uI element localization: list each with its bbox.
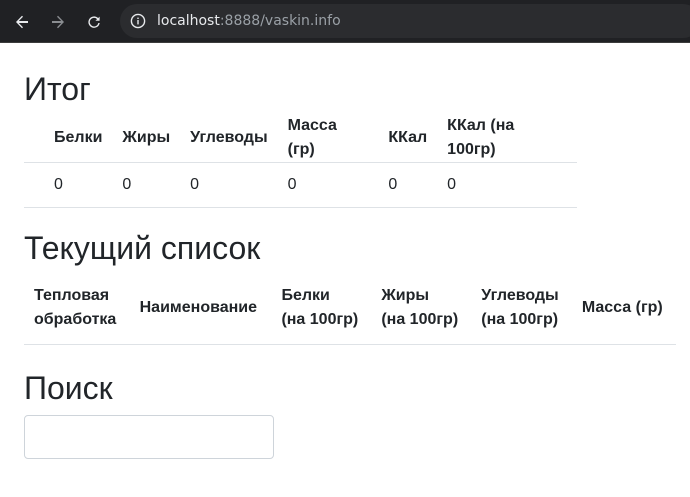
summary-table: Белки Жиры Углеводы Масса (гр) ККал ККал… (24, 114, 577, 208)
current-list-table: Тепловая обработка Наименование Белки (на … (24, 272, 676, 345)
list-col-name: Наименование (129, 272, 272, 345)
summary-fat-value: 0 (112, 162, 181, 208)
list-col-carbs-line1: Углеводы (481, 287, 559, 304)
url-host: localhost (157, 13, 220, 29)
list-col-mass: Масса (гр) (571, 272, 676, 345)
current-list-header-row: Тепловая обработка Наименование Белки (на … (24, 272, 676, 345)
search-title: Поиск (24, 370, 113, 406)
summary-mass-value: 0 (277, 162, 379, 208)
list-col-fat-line1: Жиры (381, 287, 430, 304)
info-icon[interactable] (130, 13, 146, 29)
summary-protein-value: 0 (24, 162, 113, 208)
list-col-heat-treatment: Тепловая обработка (24, 272, 130, 345)
list-col-name-label: Наименование (139, 299, 258, 316)
summary-col-fat: Жиры (112, 114, 181, 163)
search-input[interactable] (24, 415, 274, 459)
list-col-protein-line1: Белки (281, 287, 330, 304)
summary-col-carbs: Углеводы (180, 114, 278, 163)
summary-col-kcal: ККал (378, 114, 438, 163)
reload-button[interactable] (81, 9, 107, 35)
back-arrow-icon (16, 15, 28, 29)
url-path: :8888/vaskin.info (219, 13, 341, 29)
list-col-fat: Жиры (на 100гр) (371, 272, 472, 345)
list-col-heat-treatment-line2: обработка (34, 311, 117, 328)
current-list-title: Текущий список (24, 230, 261, 266)
summary-kcal-value: 0 (378, 162, 438, 208)
address-bar[interactable]: localhost:8888/vaskin.info (120, 4, 690, 38)
summary-title: Итог (24, 71, 91, 107)
url-text[interactable]: localhost:8888/vaskin.info (157, 13, 341, 29)
summary-header-row: Белки Жиры Углеводы Масса (гр) ККал ККал… (24, 114, 577, 163)
list-col-fat-line2: (на 100гр) (381, 311, 459, 328)
forward-arrow-icon (52, 15, 64, 29)
summary-col-mass: Масса (гр) (277, 114, 379, 163)
reload-icon (88, 16, 100, 28)
summary-col-protein: Белки (24, 114, 113, 163)
summary-carbs-value: 0 (180, 162, 278, 208)
list-col-carbs-line2: (на 100гр) (481, 311, 559, 328)
list-col-protein-line2: (на 100гр) (281, 311, 359, 328)
list-col-heat-treatment-line1: Тепловая (34, 287, 110, 304)
back-button[interactable] (9, 9, 35, 35)
browser-toolbar: localhost:8888/vaskin.info (0, 0, 690, 43)
summary-kcal-per-100-value: 0 (437, 162, 577, 208)
list-col-protein: Белки (на 100гр) (271, 272, 372, 345)
summary-values-row: 0 0 0 0 0 0 (24, 162, 577, 208)
list-col-carbs: Углеводы (на 100гр) (471, 272, 572, 345)
summary-col-kcal-per-100: ККал (на 100гр) (437, 114, 577, 163)
list-col-mass-label: Масса (гр) (581, 299, 663, 316)
forward-button[interactable] (45, 9, 71, 35)
